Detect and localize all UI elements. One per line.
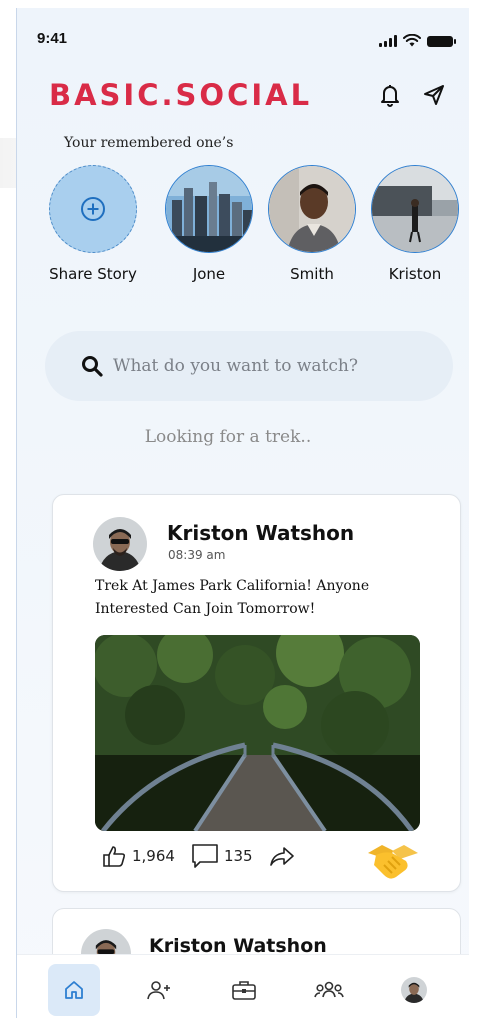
share-button[interactable] xyxy=(269,845,295,867)
add-user-icon xyxy=(146,980,170,999)
handshake-icon[interactable] xyxy=(366,839,420,883)
send-icon[interactable] xyxy=(421,82,447,108)
post-text: Trek At James Park California! Anyone In… xyxy=(95,578,370,617)
story-jone[interactable]: Jone xyxy=(163,165,255,283)
story-avatar-city xyxy=(165,165,253,253)
post-author-name[interactable]: Kriston Watshon xyxy=(167,521,354,545)
story-label: Kriston xyxy=(388,265,442,283)
post-card: Kriston Watshon 08:39 am Trek At James P… xyxy=(52,494,461,892)
thumbs-up-icon xyxy=(103,846,126,867)
signal-icon xyxy=(379,35,397,47)
status-bar: 9:41 xyxy=(17,8,469,64)
post-time: 08:39 am xyxy=(168,548,226,562)
home-icon xyxy=(64,980,83,999)
phone-screen: 9:41 BASIC.SOCIAL Your remembered one’s … xyxy=(16,8,469,1018)
comment-icon xyxy=(192,844,218,868)
share-arrow-icon xyxy=(269,847,294,866)
bottom-nav xyxy=(17,954,469,1018)
nav-profile[interactable] xyxy=(388,964,440,1016)
nav-add-friend[interactable] xyxy=(133,964,185,1016)
wifi-icon xyxy=(403,34,421,47)
status-icons xyxy=(379,34,456,47)
nav-home[interactable] xyxy=(47,963,100,1016)
story-label: Jone xyxy=(192,265,226,283)
like-button[interactable]: 1,964 xyxy=(101,844,175,868)
stories-row: Share Story Jone Smith Kriston xyxy=(47,165,467,295)
header-actions xyxy=(377,82,447,108)
story-smith[interactable]: Smith xyxy=(266,165,358,283)
post-image[interactable] xyxy=(95,635,420,831)
story-kriston[interactable]: Kriston xyxy=(369,165,461,283)
like-count: 1,964 xyxy=(132,847,175,865)
brand-logo: BASIC.SOCIAL xyxy=(49,78,313,112)
post-actions: 1,964 135 xyxy=(101,843,303,869)
bell-icon[interactable] xyxy=(377,82,403,108)
story-label: Share Story xyxy=(49,265,137,283)
add-circle-icon xyxy=(81,197,105,221)
story-label: Smith xyxy=(290,265,334,283)
stories-title: Your remembered one’s xyxy=(64,135,234,151)
comment-count: 135 xyxy=(223,847,253,865)
profile-avatar xyxy=(400,976,427,1003)
battery-icon xyxy=(427,36,456,47)
story-avatar-smith xyxy=(268,165,356,253)
post-author-avatar[interactable] xyxy=(93,517,147,571)
nav-groups[interactable] xyxy=(303,964,355,1016)
briefcase-icon xyxy=(231,980,256,1000)
share-story-button[interactable]: Share Story xyxy=(47,165,139,283)
search-icon xyxy=(82,356,103,377)
section-hint: Looking for a trek.. xyxy=(144,427,312,447)
add-story-circle xyxy=(49,165,137,253)
search-input[interactable]: What do you want to watch? xyxy=(45,331,453,401)
nav-jobs[interactable] xyxy=(218,964,270,1016)
status-time: 9:41 xyxy=(37,30,68,47)
comment-button[interactable]: 135 xyxy=(191,843,253,869)
search-placeholder: What do you want to watch? xyxy=(113,356,358,376)
story-avatar-kriston xyxy=(371,165,459,253)
group-icon xyxy=(313,981,344,997)
